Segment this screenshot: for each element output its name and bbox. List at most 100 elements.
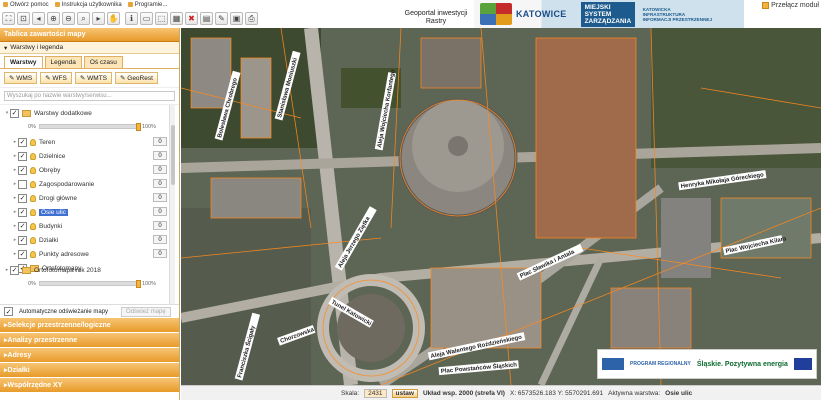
lightbulb-icon — [30, 166, 36, 174]
accordion-panel[interactable]: ▸ Działki — [0, 363, 179, 378]
collapse-arrow-icon: ▾ — [4, 44, 8, 52]
help-menu-item[interactable]: Otwórz pomoc — [3, 2, 49, 8]
lightbulb-icon — [30, 152, 36, 160]
layer-row[interactable]: ▸ ✓ Drogi główne — [12, 191, 77, 205]
wfs-button[interactable]: ✎ WFS — [40, 72, 72, 84]
layer-row[interactable]: ▸ ✓ Teren — [12, 135, 55, 149]
accordion-panel[interactable]: ▸ Współrzędne XY — [0, 378, 179, 393]
zoom-prev-icon[interactable]: ◂ — [32, 12, 45, 25]
zoom-out-icon[interactable]: ⊖ — [62, 12, 75, 25]
tab-layers[interactable]: Warstwy — [4, 56, 43, 68]
accordion-panel[interactable]: ▸ Adresy — [0, 348, 179, 363]
wms-button[interactable]: ✎ WMS — [4, 72, 38, 84]
tab-legend[interactable]: Legenda — [44, 56, 82, 68]
layer-label: Teren — [39, 138, 56, 146]
about-menu-item[interactable]: Programie... — [127, 2, 167, 8]
tree-scrollbar[interactable] — [169, 105, 175, 304]
wmts-button[interactable]: ✎ WMTS — [74, 72, 112, 84]
book-icon — [54, 2, 60, 7]
layer-row[interactable]: ▸ ✓ Działki — [12, 233, 58, 247]
active-layer: Osie ulic — [665, 389, 693, 397]
layer-checkbox[interactable]: ✓ — [18, 207, 27, 217]
service-buttons: ✎ WMS ✎ WFS ✎ WMTS ✎ GeoRest — [0, 69, 179, 88]
tree-group[interactable]: ▾ ✓ Warstwy dodatkowe — [4, 106, 92, 120]
info-icon[interactable]: ℹ — [125, 12, 138, 25]
layer-checkbox[interactable]: ✓ — [18, 235, 27, 245]
group-opacity-slider[interactable]: 0% 100% — [28, 122, 156, 131]
print-icon[interactable]: ⎙ — [245, 12, 258, 25]
layer-label: Osie ulic — [39, 208, 68, 216]
scale-input[interactable]: 2431 — [364, 388, 387, 398]
layer-row[interactable]: ▸ ✓ Obręby — [12, 163, 60, 177]
layer-checkbox[interactable]: ✓ — [18, 165, 27, 175]
zoom-in-icon[interactable]: ⊕ — [47, 12, 60, 25]
zoom-next-icon[interactable]: ▸ — [92, 12, 105, 25]
layer-row[interactable]: ▸ ✓ Budynki — [12, 219, 62, 233]
auto-refresh-checkbox[interactable]: ✓ — [4, 307, 13, 316]
layer-count-badge: 0 — [153, 249, 167, 258]
layer-checkbox[interactable]: ✓ — [18, 249, 27, 259]
crs-label: Układ wsp. 2000 (strefa VI) — [422, 389, 505, 397]
zoom-window-icon[interactable]: ⊡ — [17, 12, 30, 25]
layer-label: Zagospodarowanie — [39, 180, 95, 188]
layer-search-input[interactable]: Wyszukaj po nazwie warstwy/serwisu... — [4, 91, 175, 101]
manual-menu-item[interactable]: Instrukcja użytkownika — [54, 2, 122, 8]
layer-checkbox[interactable]: ✓ — [18, 221, 27, 231]
zoom-area-icon[interactable]: ⌕ — [77, 12, 90, 25]
group-checkbox[interactable]: ✓ — [10, 265, 19, 275]
layer-count-badge: 0 — [153, 193, 167, 202]
sidebar-tabs: Warstwy Legenda Oś czasu — [0, 54, 179, 69]
image-icon[interactable]: ▣ — [230, 12, 243, 25]
layer-count-badge: 0 — [153, 235, 167, 244]
select-icon[interactable]: ⬚ — [155, 12, 168, 25]
set-scale-button[interactable]: ustaw — [391, 388, 418, 398]
refresh-map-button[interactable]: Odśwież mapę — [121, 306, 171, 317]
fit-extent-icon[interactable]: ⛶ — [2, 12, 15, 25]
lightbulb-icon — [30, 250, 36, 258]
clear-icon[interactable]: ✖ — [185, 12, 198, 25]
georest-button[interactable]: ✎ GeoRest — [115, 72, 158, 84]
pan-hand-icon[interactable]: ✋ — [107, 12, 120, 25]
city-banner: KATOWICE MIEJSKI SYSTEM ZARZĄDZANIA KATO… — [474, 0, 744, 28]
measure-icon[interactable]: ▭ — [140, 12, 153, 25]
switch-module-button[interactable]: Przełącz moduł — [762, 0, 819, 10]
slider-handle[interactable] — [135, 123, 141, 131]
help-icon — [3, 2, 8, 7]
layer-label: Działki — [39, 236, 59, 244]
eu-funding-banner: PROGRAM REGIONALNY Śląskie. Pozytywna en… — [597, 349, 817, 379]
layer-label: Budynki — [39, 222, 63, 230]
layers-legend-section[interactable]: ▾ Warstwy i legenda — [0, 42, 179, 54]
layer-row[interactable]: ▸ ✓ Punkty adresowe — [12, 247, 89, 261]
layer-checkbox[interactable]: ✓ — [18, 151, 27, 161]
layer-checkbox[interactable] — [18, 179, 27, 189]
program-logo — [602, 358, 624, 370]
layer-count-badge: 0 — [153, 221, 167, 230]
accordion-panel[interactable]: ▸ Selekcje przestrzenne/logiczne — [0, 318, 179, 333]
layer-row[interactable]: ▸ ✓ Dzielnice — [12, 149, 65, 163]
lightbulb-icon — [30, 194, 36, 202]
map-toolbar: ⛶ ⊡ ◂ ⊕ ⊖ ⌕ ▸ ✋ ℹ ▭ ⬚ ▦ ✖ ▤ ✎ ▣ ⎙ — [2, 10, 258, 27]
folder-icon — [22, 109, 31, 117]
sidebar: Tablica zawartości mapy ▾ Warstwy i legen… — [0, 28, 180, 400]
group-checkbox[interactable]: ✓ — [10, 108, 19, 118]
grid-icon[interactable]: ▦ — [170, 12, 183, 25]
tab-timeline[interactable]: Oś czasu — [83, 56, 123, 68]
orthophoto-map[interactable]: Plac Sławika i Antala Aleja Wojciecha Ko… — [181, 28, 821, 385]
slider-handle[interactable] — [135, 280, 141, 288]
layer-row[interactable]: ▸ ✓ Osie ulic — [12, 205, 68, 219]
module-icon — [762, 1, 770, 9]
sidebar-title: Tablica zawartości mapy — [0, 28, 179, 42]
map-view[interactable]: Plac Sławika i Antala Aleja Wojciecha Ko… — [181, 28, 821, 385]
layer-row[interactable]: ▸ Zagospodarowanie — [12, 177, 94, 191]
layer-checkbox[interactable]: ✓ — [18, 137, 27, 147]
auto-refresh-row: ✓ Automatyczne odświeżanie mapy Odśwież … — [0, 304, 179, 318]
group2-opacity-slider[interactable]: 0% 100% — [28, 279, 156, 288]
status-bar: Skala: 2431 ustaw Układ wsp. 2000 (stref… — [181, 385, 821, 400]
layer-checkbox[interactable]: ✓ — [18, 193, 27, 203]
layers-icon[interactable]: ▤ — [200, 12, 213, 25]
lightbulb-icon — [30, 180, 36, 188]
tree-group-2018[interactable]: ▸ ✓ Ortofotomapa rok 2018 — [4, 263, 101, 277]
edit-icon[interactable]: ✎ — [215, 12, 228, 25]
layer-count-badge: 0 — [153, 151, 167, 160]
accordion-panel[interactable]: ▸ Analizy przestrzenne — [0, 333, 179, 348]
